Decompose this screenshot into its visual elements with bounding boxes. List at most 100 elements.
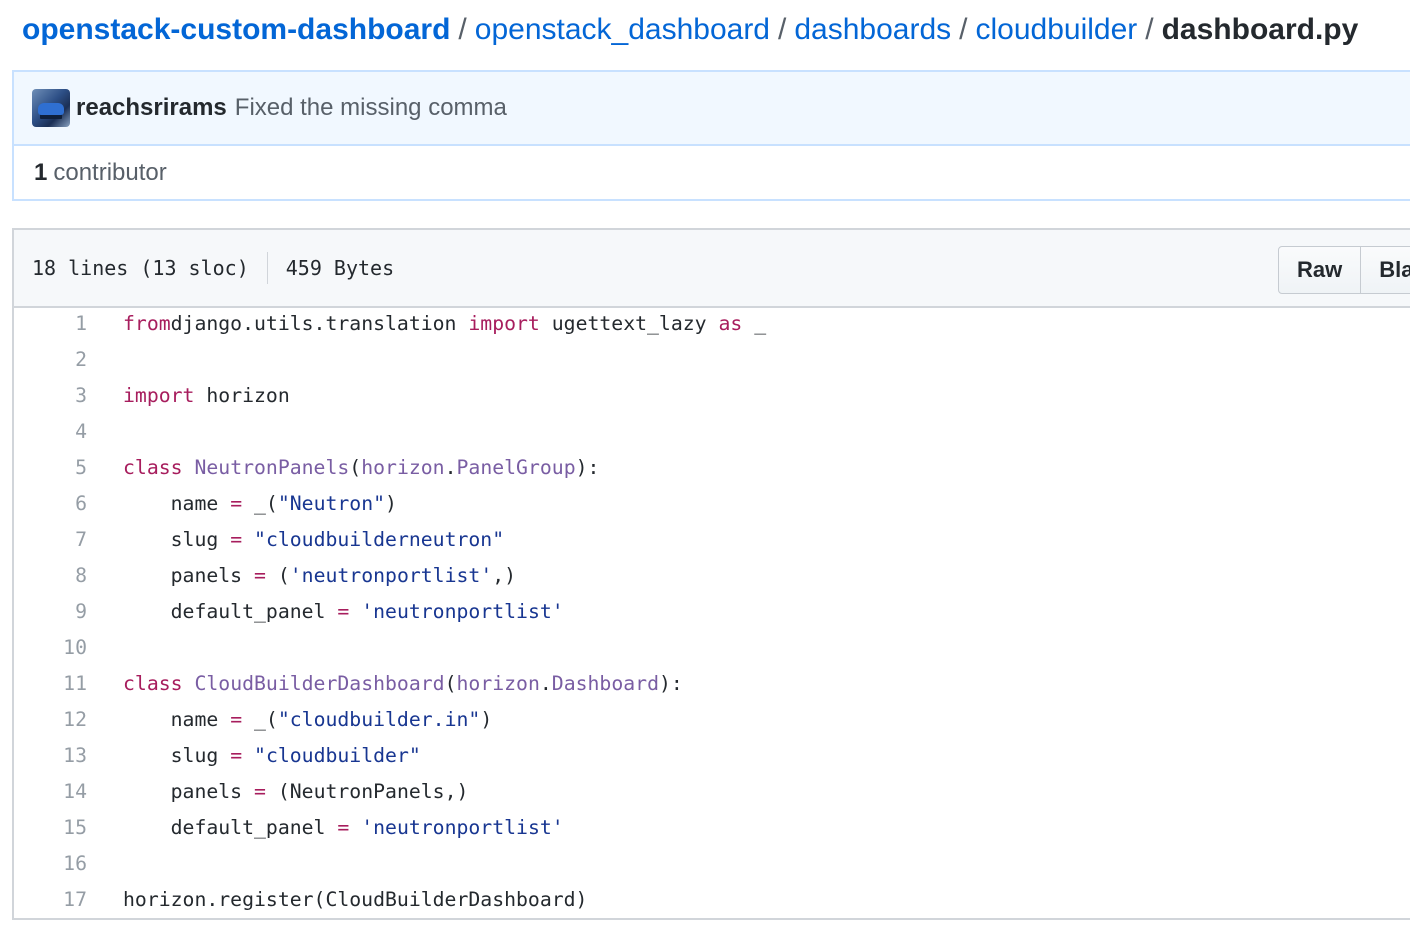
code-token: 'neutronportlist' (361, 816, 564, 839)
contributors-toggle[interactable]: 1 contributor (14, 146, 1410, 199)
breadcrumb-repo-link[interactable]: openstack-custom-dashboard (22, 13, 450, 46)
breadcrumb-separator: / (458, 13, 467, 46)
line-code: panels = ('neutronportlist',) (123, 558, 516, 594)
code-token: Dashboard (551, 672, 659, 695)
line-number[interactable]: 16 (14, 846, 87, 882)
file-line-count: 18 lines (13 sloc) (32, 256, 249, 280)
line-number[interactable]: 13 (14, 738, 87, 774)
line-number[interactable]: 8 (14, 558, 87, 594)
code-token: ( (265, 564, 290, 587)
code-token: "cloudbuilderneutron" (254, 528, 505, 551)
code-table: 1 fromdjango.utils.translation import uge… (14, 306, 1410, 918)
code-token: 'neutronportlist' (289, 564, 493, 587)
code-token: slug (123, 744, 231, 767)
code-token: import (123, 384, 195, 407)
line-number[interactable]: 9 (14, 594, 87, 630)
code-line: 2 (14, 342, 1410, 378)
code-line: 15 default_panel = 'neutronportlist' (14, 810, 1410, 846)
file-info-divider (266, 252, 268, 284)
code-token: panels (123, 564, 255, 587)
code-line: 16 (14, 846, 1410, 882)
line-number[interactable]: 10 (14, 630, 87, 666)
code-line: 5 class NeutronPanels(horizon.PanelGroup)… (14, 450, 1410, 486)
code-line: 11 class CloudBuilderDashboard(horizon.Da… (14, 666, 1410, 702)
line-number[interactable]: 6 (14, 486, 87, 522)
blame-button[interactable]: Blame (1361, 246, 1410, 294)
line-code: slug = "cloudbuilder" (123, 738, 421, 774)
line-number[interactable]: 11 (14, 666, 87, 702)
commit-box: reachsrirams Fixed the missing comma 1 co… (12, 70, 1410, 201)
breadcrumb-file-name: dashboard.py (1161, 13, 1359, 46)
code-line: 4 (14, 414, 1410, 450)
code-token: PanelGroup (456, 456, 576, 479)
line-number[interactable]: 3 (14, 378, 87, 414)
code-token: import (468, 312, 540, 335)
file-header: 18 lines (13 sloc) 459 Bytes Raw Blame (14, 230, 1410, 308)
code-line: 10 (14, 630, 1410, 666)
line-number[interactable]: 5 (14, 450, 87, 486)
breadcrumb-separator: / (778, 13, 787, 46)
commit-author-link[interactable]: reachsrirams (76, 94, 227, 122)
code-token: ): (658, 672, 683, 695)
line-number[interactable]: 2 (14, 342, 87, 378)
file-box: 18 lines (13 sloc) 459 Bytes Raw Blame 1… (12, 228, 1410, 920)
code-token: = (337, 600, 350, 623)
breadcrumb-link-dashboards[interactable]: dashboards (794, 13, 951, 46)
code-token: from (123, 312, 171, 335)
file-actions: Raw Blame (1278, 246, 1410, 294)
line-number[interactable]: 14 (14, 774, 87, 810)
breadcrumb: openstack-custom-dashboard / openstack_das… (22, 10, 1358, 52)
line-code: default_panel = 'neutronportlist' (123, 810, 564, 846)
line-code: import horizon (123, 378, 290, 414)
code-token: (NeutronPanels,) (265, 780, 469, 803)
breadcrumb-separator: / (959, 13, 968, 46)
code-token: = (230, 708, 243, 731)
code-token: class (123, 672, 183, 695)
code-token: django.utils.translation (170, 312, 469, 335)
code-token: horizon (361, 456, 445, 479)
breadcrumb-link-openstack-dashboard[interactable]: openstack_dashboard (475, 13, 770, 46)
line-code: class CloudBuilderDashboard(horizon.Dash… (123, 666, 683, 702)
code-token: = (254, 564, 266, 587)
code-token: horizon (456, 672, 540, 695)
code-token: ): (575, 456, 600, 479)
line-code: panels = (NeutronPanels,) (123, 774, 469, 810)
breadcrumb-separator: / (1145, 13, 1154, 46)
contributor-label: contributor (53, 158, 167, 186)
code-token: CloudBuilderDashboard (194, 672, 445, 695)
code-token: ) (385, 492, 397, 515)
code-token: = (337, 816, 350, 839)
line-number[interactable]: 15 (14, 810, 87, 846)
line-code: default_panel = 'neutronportlist' (123, 594, 564, 630)
code-token: slug (123, 528, 231, 551)
code-line: 6 name = _("Neutron") (14, 486, 1410, 522)
code-line: 13 slug = "cloudbuilder" (14, 738, 1410, 774)
file-size: 459 Bytes (285, 256, 395, 280)
line-code: slug = "cloudbuilderneutron" (123, 522, 505, 558)
code-token: name (123, 708, 231, 731)
code-line: 14 panels = (NeutronPanels,) (14, 774, 1410, 810)
code-token: _ (742, 312, 767, 335)
code-line: 12 name = _("cloudbuilder.in") (14, 702, 1410, 738)
line-number[interactable]: 4 (14, 414, 87, 450)
code-line: 17 horizon.register(CloudBuilderDashboard… (14, 882, 1410, 918)
line-code: name = _("Neutron") (123, 486, 397, 522)
file-info: 18 lines (13 sloc) 459 Bytes (32, 252, 394, 284)
code-token: ( (349, 456, 362, 479)
line-number[interactable]: 7 (14, 522, 87, 558)
raw-button[interactable]: Raw (1278, 246, 1362, 294)
code-token: as (718, 312, 743, 335)
code-token: 'neutronportlist' (361, 600, 564, 623)
code-token: ( (444, 672, 457, 695)
avatar[interactable] (32, 89, 70, 127)
line-number[interactable]: 17 (14, 882, 87, 918)
breadcrumb-link-cloudbuilder[interactable]: cloudbuilder (975, 13, 1137, 46)
line-number[interactable]: 12 (14, 702, 87, 738)
line-number[interactable]: 1 (14, 306, 87, 342)
code-token: _( (242, 708, 278, 731)
code-line: 8 panels = ('neutronportlist',) (14, 558, 1410, 594)
code-token: . (444, 456, 457, 479)
commit-message-link[interactable]: Fixed the missing comma (235, 94, 507, 122)
